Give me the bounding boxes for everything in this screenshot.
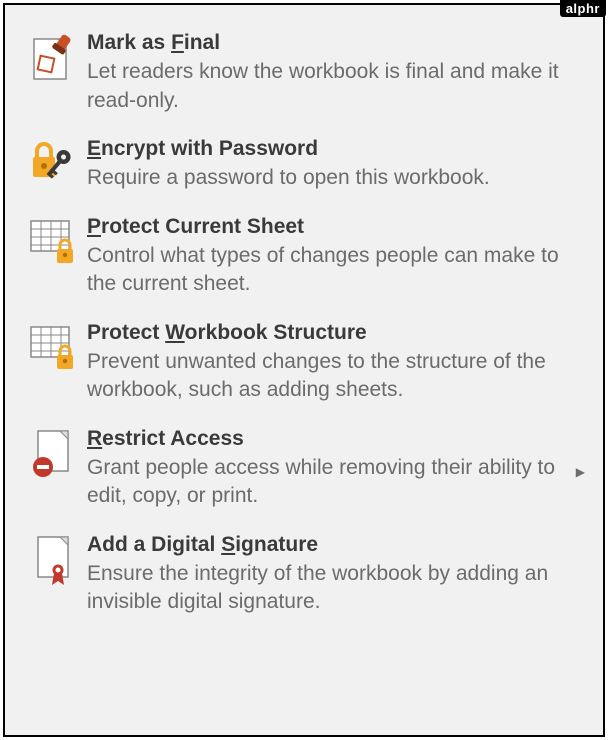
digital-signature-icon — [19, 531, 87, 587]
submenu-arrow-icon: ▶ — [576, 465, 585, 479]
protect-workbook-icon — [19, 319, 87, 373]
menu-item-encrypt-with-password[interactable]: Encrypt with Password Require a password… — [19, 129, 589, 207]
menu-item-title: Protect Current Sheet — [87, 213, 569, 240]
menu-item-protect-workbook-structure[interactable]: Protect Workbook Structure Prevent unwan… — [19, 313, 589, 419]
encrypt-password-icon — [19, 135, 87, 187]
menu-item-title: Mark as Final — [87, 29, 569, 56]
menu-item-title: Add a Digital Signature — [87, 531, 569, 558]
menu-item-desc: Require a password to open this workbook… — [87, 164, 569, 192]
menu-item-desc: Control what types of changes people can… — [87, 242, 569, 299]
menu-item-desc: Prevent unwanted changes to the structur… — [87, 348, 569, 405]
menu-item-desc: Let readers know the workbook is final a… — [87, 58, 569, 115]
menu-item-desc: Grant people access while removing their… — [87, 454, 569, 511]
menu-item-mark-as-final[interactable]: Mark as Final Let readers know the workb… — [19, 23, 589, 129]
protect-sheet-icon — [19, 213, 87, 267]
restrict-access-icon — [19, 425, 87, 479]
menu-item-title: Restrict Access — [87, 425, 569, 452]
protect-workbook-menu: Mark as Final Let readers know the workb… — [3, 3, 605, 737]
menu-item-title: Encrypt with Password — [87, 135, 569, 162]
menu-item-add-digital-signature[interactable]: Add a Digital Signature Ensure the integ… — [19, 525, 589, 631]
mark-as-final-icon — [19, 29, 87, 81]
menu-item-restrict-access[interactable]: Restrict Access Grant people access whil… — [19, 419, 589, 525]
menu-item-desc: Ensure the integrity of the workbook by … — [87, 560, 569, 617]
watermark-badge: alphr — [560, 0, 606, 17]
menu-item-title: Protect Workbook Structure — [87, 319, 569, 346]
menu-item-protect-current-sheet[interactable]: Protect Current Sheet Control what types… — [19, 207, 589, 313]
